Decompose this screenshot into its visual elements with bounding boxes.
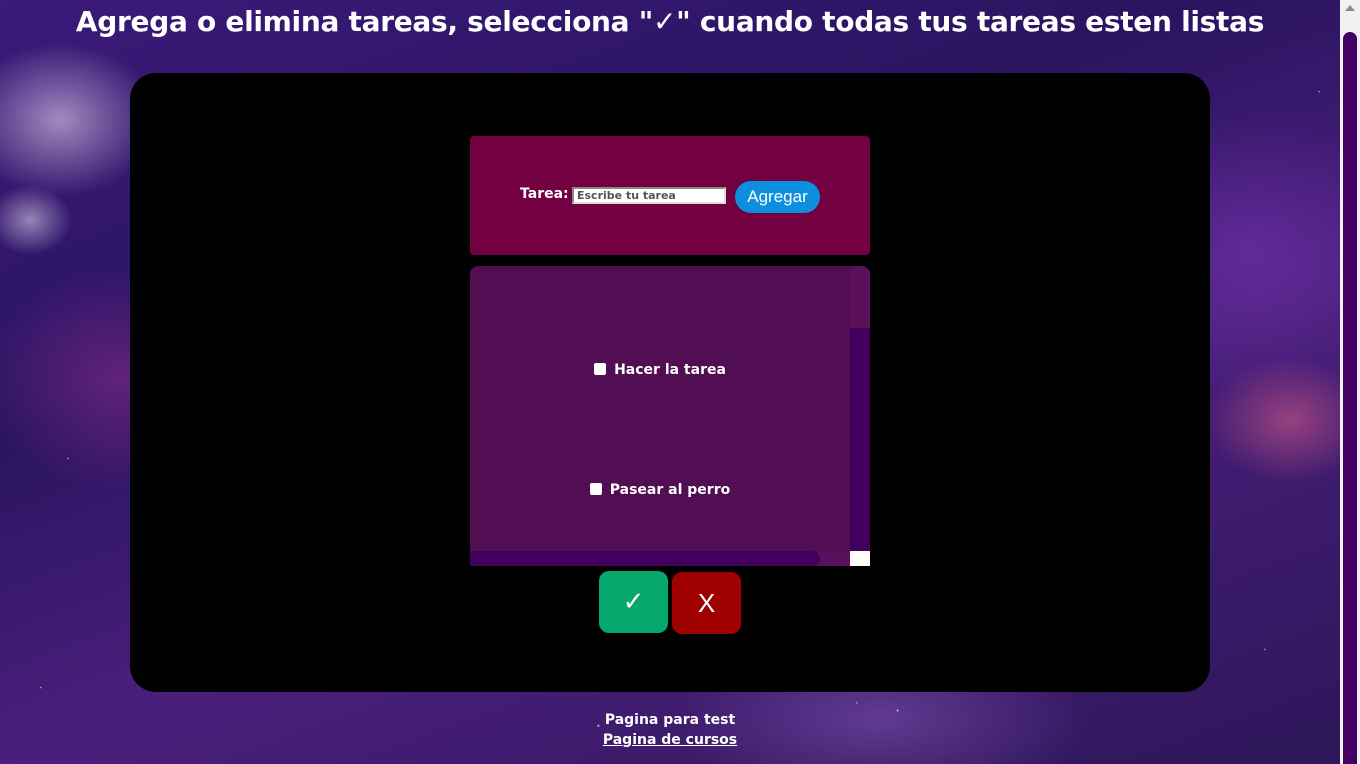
footer-test-text: Pagina para test	[604, 712, 736, 728]
task-form: Tarea: Agregar	[470, 136, 870, 255]
task-checkbox[interactable]	[594, 363, 607, 375]
task-checkbox[interactable]	[589, 483, 602, 495]
task-text: Pasear al perro	[609, 482, 731, 498]
list-item: Hacer la tarea	[470, 362, 850, 378]
list-vertical-scroll-thumb[interactable]	[850, 328, 870, 551]
check-icon: ✓	[622, 587, 645, 617]
page-scrollbar-thumb[interactable]	[1343, 32, 1357, 764]
page-scrollbar[interactable]	[1340, 0, 1360, 764]
scroll-up-arrow-icon[interactable]	[1345, 5, 1355, 11]
task-input[interactable]	[572, 187, 726, 204]
page-title: Agrega o elimina tareas, selecciona "✓" …	[75, 5, 1265, 38]
task-text: Hacer la tarea	[614, 362, 726, 378]
list-horizontal-scroll-thumb[interactable]	[470, 551, 820, 566]
task-list[interactable]: Hacer la tarea Pasear al perro	[470, 266, 870, 566]
clear-button[interactable]: X	[672, 572, 741, 634]
list-item: Pasear al perro	[470, 482, 850, 498]
task-label: Tarea:	[520, 186, 569, 202]
footer: Pagina para test Pagina de cursos	[0, 710, 1340, 750]
x-icon: X	[697, 587, 716, 618]
courses-link[interactable]: Pagina de cursos	[603, 732, 737, 748]
done-button[interactable]: ✓	[599, 571, 668, 633]
scroll-corner	[850, 551, 870, 566]
add-button[interactable]: Agregar	[735, 181, 820, 213]
